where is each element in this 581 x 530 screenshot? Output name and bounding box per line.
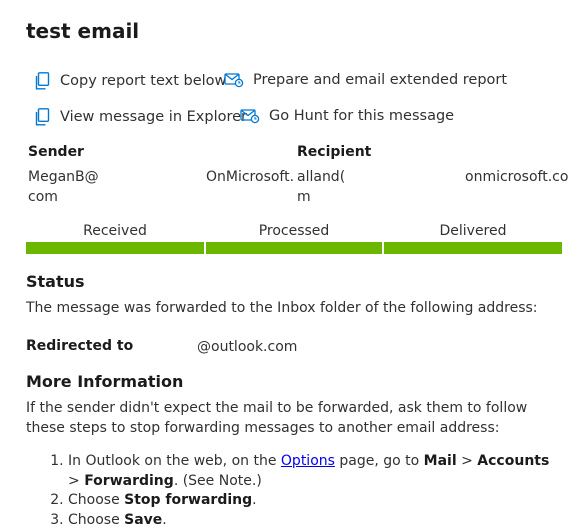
- email-report-button[interactable]: Prepare and email extended report: [224, 72, 507, 88]
- go-hunt-button[interactable]: Go Hunt for this message: [240, 108, 454, 124]
- more-info-text: If the sender didn't expect the mail to …: [26, 400, 528, 436]
- step2-bold: Stop forwarding: [124, 492, 253, 508]
- recipient-value-part2: onmicrosoft.co: [465, 169, 569, 185]
- stage-delivered-label: Delivered: [439, 223, 507, 239]
- email-report-label: Prepare and email extended report: [253, 72, 508, 88]
- redirected-to-label: Redirected to: [26, 338, 134, 354]
- step3-prefix: Choose: [68, 511, 125, 528]
- hunt-mail-icon: [240, 109, 260, 124]
- step1-prefix: In Outlook on the web, on the: [68, 453, 281, 469]
- step1-accounts: Accounts: [477, 453, 550, 469]
- step3-suffix: .: [162, 511, 167, 528]
- step1-note: . (See Note.): [173, 472, 262, 489]
- step2-prefix: Choose: [68, 492, 125, 508]
- copy-report-button[interactable]: Copy report text below: [34, 72, 226, 90]
- step1-mid: page, go to: [334, 453, 424, 469]
- step2-suffix: .: [252, 492, 257, 508]
- stage-received-label: Received: [83, 223, 147, 239]
- step1-sep2: >: [68, 472, 85, 489]
- recipient-heading: Recipient: [297, 144, 372, 160]
- stage-processed-label: Processed: [258, 223, 330, 239]
- view-explorer-label: View message in Explorer: [60, 109, 247, 125]
- status-heading: Status: [26, 272, 85, 291]
- sender-heading: Sender: [28, 144, 84, 160]
- steps-list: In Outlook on the web, on the Options pa…: [26, 452, 558, 530]
- options-link[interactable]: Options: [281, 453, 335, 469]
- view-explorer-button[interactable]: View message in Explorer: [34, 108, 247, 126]
- step1-sep1: >: [456, 453, 478, 469]
- status-text: The message was forwarded to the Inbox f…: [26, 300, 538, 316]
- stage-received-bar: [26, 242, 204, 254]
- stage-processed-bar: [206, 242, 382, 254]
- more-info-heading: More Information: [26, 372, 184, 391]
- stage-delivered-bar: [384, 242, 562, 254]
- copy-icon: [35, 72, 50, 90]
- copy-report-label: Copy report text below: [60, 73, 227, 89]
- page-title: test email: [26, 19, 140, 43]
- step-item: In Outlook on the web, on the Options pa…: [68, 452, 558, 491]
- step3-bold: Save: [124, 511, 163, 528]
- go-hunt-label: Go Hunt for this message: [269, 108, 455, 124]
- recipient-value-part3: m: [297, 189, 311, 205]
- sender-value-part2: OnMicrosoft.: [206, 169, 295, 185]
- step-item: Choose Save.: [68, 511, 558, 530]
- recipient-value-part1: alland(: [297, 169, 346, 185]
- step1-forwarding: Forwarding: [84, 472, 174, 489]
- sender-value-part3: com: [28, 189, 58, 205]
- step1-mail: Mail: [423, 453, 457, 469]
- document-icon: [35, 108, 50, 126]
- sender-value-part1: MeganB@: [28, 169, 99, 185]
- email-report-icon: [224, 73, 244, 88]
- step-item: Choose Stop forwarding.: [68, 491, 558, 511]
- redirected-to-value: @outlook.com: [197, 339, 298, 355]
